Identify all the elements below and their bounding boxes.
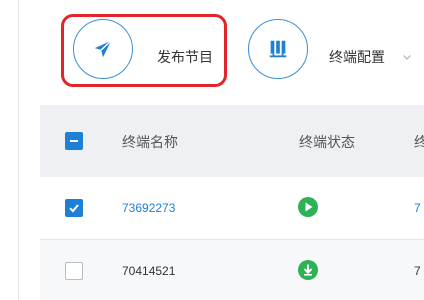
chart-icon xyxy=(269,40,287,58)
download-icon xyxy=(298,260,318,280)
terminal-name-link[interactable]: 73692273 xyxy=(122,201,175,215)
terminal-table: 终端名称 终端状态 终 73692273 7 70414521 7 xyxy=(40,105,424,300)
col-header-terminal-status[interactable]: 终端状态 xyxy=(299,132,355,152)
select-all-checkbox[interactable] xyxy=(65,132,83,150)
terminal-name[interactable]: 70414521 xyxy=(122,264,175,278)
chevron-down-icon[interactable] xyxy=(402,52,412,62)
row-checkbox[interactable] xyxy=(65,199,83,217)
highlight-annotation xyxy=(61,14,227,87)
indeterminate-icon xyxy=(70,140,78,142)
config-icon-circle[interactable] xyxy=(248,19,308,79)
next-col-cell: 7 xyxy=(414,264,421,278)
table-header: 终端名称 终端状态 终 xyxy=(40,105,424,177)
next-col-cell: 7 xyxy=(414,201,421,215)
table-row[interactable]: 73692273 7 xyxy=(40,177,424,239)
row-checkbox[interactable] xyxy=(65,262,83,280)
col-header-terminal-name[interactable]: 终端名称 xyxy=(122,132,178,152)
col-header-next[interactable]: 终 xyxy=(414,132,424,152)
play-icon xyxy=(298,197,318,217)
check-icon xyxy=(69,204,79,213)
terminal-config-label[interactable]: 终端配置 xyxy=(329,47,385,67)
table-row[interactable]: 70414521 7 xyxy=(40,239,424,300)
left-divider xyxy=(18,0,19,300)
